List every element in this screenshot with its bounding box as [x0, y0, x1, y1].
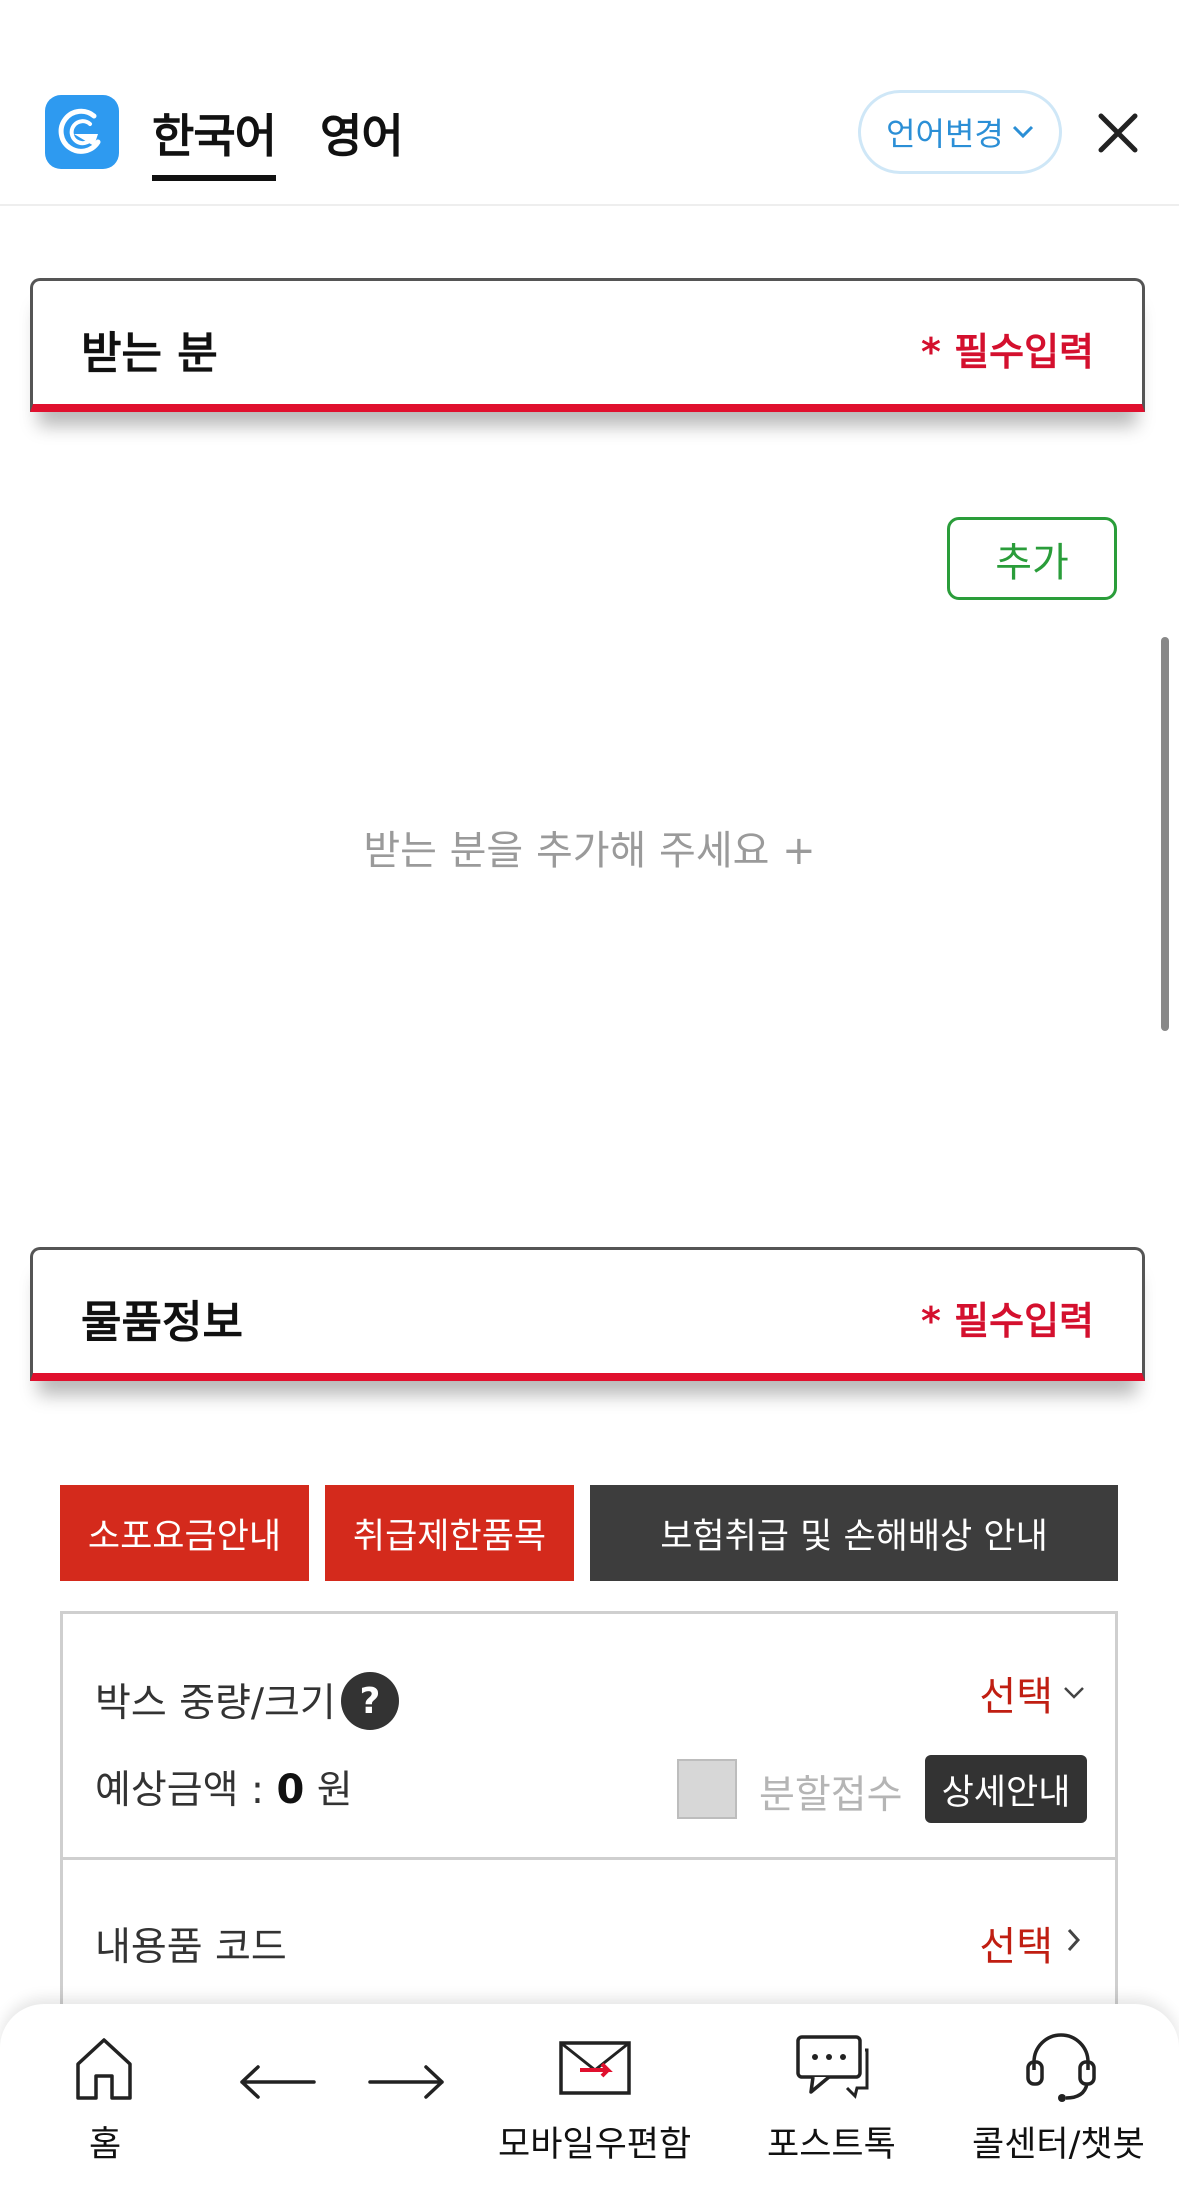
split-receipt-label[interactable]: 분할접수 [759, 1764, 903, 1820]
estimated-amount-value: 0 [276, 1767, 305, 1813]
nav-post-talk-label[interactable]: 포스트톡 [767, 2116, 896, 2167]
split-receipt-checkbox[interactable] [677, 1759, 737, 1819]
recipient-section-title: 받는 분 [81, 328, 218, 379]
item-section-title: 물품정보 [81, 1297, 243, 1348]
language-change-label: 언어변경 [886, 115, 1004, 153]
tab-korean[interactable]: 한국어 [152, 100, 277, 166]
required-label: * 필수입력 [921, 1299, 1094, 1343]
box-weight-size-label: 박스 중량/크기 [95, 1681, 336, 1726]
chat-icon[interactable] [795, 2034, 871, 2100]
row-divider [63, 1857, 1115, 1860]
mailbox-icon[interactable] [558, 2040, 632, 2096]
detail-guide-button[interactable]: 상세안내 [925, 1755, 1087, 1823]
back-arrow-icon[interactable] [238, 2064, 316, 2100]
home-icon[interactable] [74, 2036, 134, 2102]
box-size-select[interactable]: 선택 [979, 1664, 1053, 1722]
parcel-fee-guide-button[interactable]: 소포요금안내 [60, 1485, 309, 1581]
scrollbar[interactable] [1161, 637, 1169, 1031]
forward-arrow-icon[interactable] [368, 2064, 446, 2100]
language-change-button[interactable]: 언어변경 [858, 90, 1062, 174]
chevron-down-icon [1012, 125, 1033, 139]
restricted-items-button[interactable]: 취급제한품목 [325, 1485, 574, 1581]
nav-home-label[interactable]: 홈 [89, 2116, 121, 2167]
chevron-down-icon[interactable] [1063, 1686, 1085, 1700]
item-info-table: 박스 중량/크기 ? 선택 예상금액 : 0 원 분할접수 상세안내 내용품 코… [60, 1611, 1118, 2011]
nav-call-center-label[interactable]: 콜센터/챗봇 [972, 2116, 1145, 2167]
recipient-section-header: 받는 분 * 필수입력 [30, 278, 1145, 412]
headset-icon[interactable] [1024, 2032, 1098, 2104]
estimated-amount-label: 예상금액 : [95, 1768, 277, 1813]
estimated-amount: 예상금액 : 0 원 [95, 1759, 353, 1815]
close-icon[interactable] [1095, 110, 1141, 156]
item-section-header: 물품정보 * 필수입력 [30, 1247, 1145, 1381]
estimated-amount-unit: 원 [304, 1768, 353, 1813]
help-icon[interactable]: ? [341, 1672, 399, 1730]
logo-icon [58, 108, 101, 154]
tab-english[interactable]: 영어 [320, 100, 404, 166]
bottom-nav: 홈 모바일우편함 포스트톡 콜센터/챗봇 [0, 2004, 1179, 2186]
page: 한국어 영어 언어변경 받는 분 * 필수입력 추가 받는 분을 추가해 주세요… [0, 0, 1179, 2186]
required-label: * 필수입력 [921, 330, 1094, 374]
active-tab-indicator [152, 175, 276, 181]
add-recipient-prompt[interactable]: 받는 분을 추가해 주세요 + [0, 818, 1179, 876]
content-code-label: 내용품 코드 [95, 1925, 287, 1970]
header: 한국어 영어 언어변경 [0, 0, 1179, 206]
add-recipient-button[interactable]: 추가 [947, 517, 1117, 600]
nav-mobile-mailbox-label[interactable]: 모바일우편함 [498, 2116, 691, 2167]
insurance-guide-button[interactable]: 보험취급 및 손해배상 안내 [590, 1485, 1118, 1581]
chevron-right-icon[interactable] [1067, 1928, 1081, 1952]
content-code-select[interactable]: 선택 [979, 1914, 1053, 1972]
app-logo [45, 95, 119, 169]
